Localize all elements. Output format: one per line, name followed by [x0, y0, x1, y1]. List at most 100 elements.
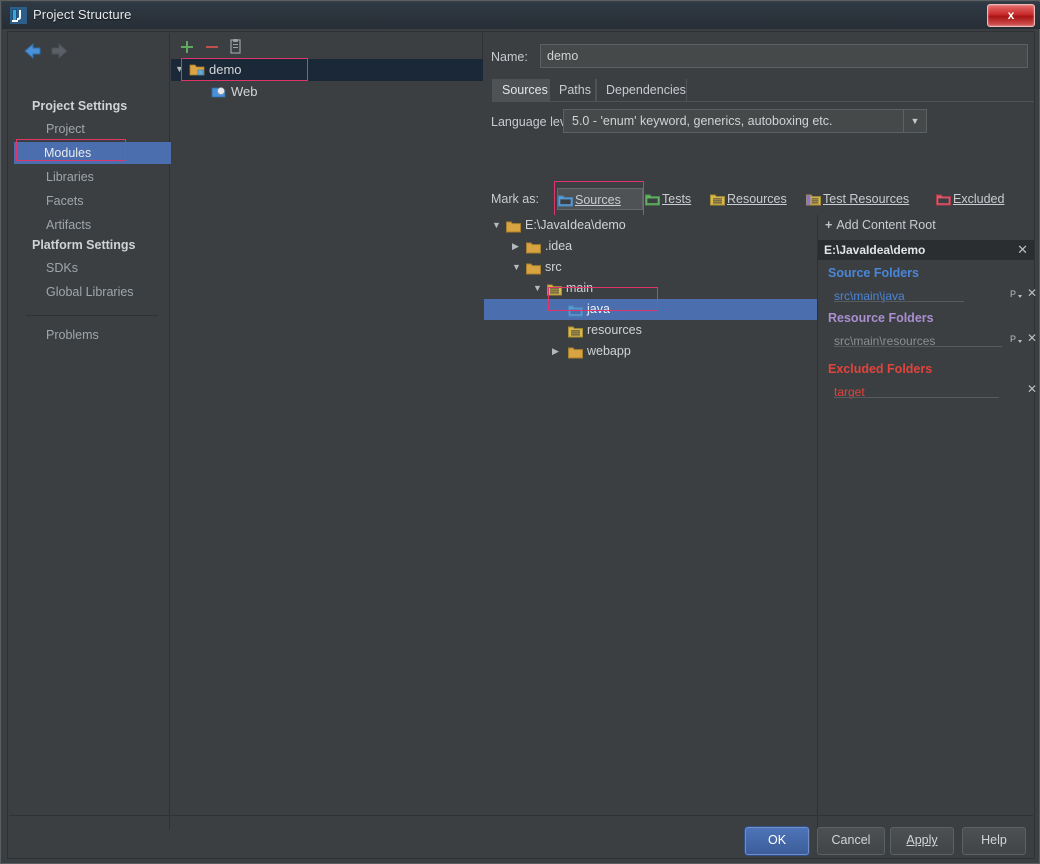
project-structure-window: Project Structure x Project Settings Pro… [0, 0, 1040, 864]
test-resources-folder-icon [806, 191, 821, 213]
module-name-input[interactable] [540, 44, 1028, 68]
folder-row-webapp[interactable]: ▶ webapp [484, 341, 817, 362]
mark-as-excluded-button[interactable]: Excluded [936, 188, 1026, 210]
resources-folder-icon [710, 191, 725, 213]
copy-module-button[interactable] [226, 37, 246, 57]
resource-folder-row[interactable]: src\main\resources [834, 334, 1002, 348]
module-tree-row-demo[interactable]: ▼ demo [171, 59, 483, 81]
module-tree-row-web[interactable]: Web [171, 81, 483, 103]
back-arrow-icon[interactable] [22, 40, 44, 62]
svg-text:P: P [1010, 334, 1016, 344]
language-level-combobox[interactable]: 5.0 - 'enum' keyword, generics, autoboxi… [563, 109, 927, 133]
mark-as-test-resources-button[interactable]: Test Resources [806, 188, 938, 210]
chevron-down-icon[interactable]: ▼ [492, 215, 502, 236]
mark-as-resources-button[interactable]: Resources [710, 188, 807, 210]
mark-as-excluded-label: Excluded [953, 192, 1005, 206]
excluded-folder-icon [936, 191, 951, 213]
window-title: Project Structure [33, 7, 132, 22]
folder-row-java[interactable]: java [484, 299, 817, 320]
sources-folder-icon [558, 192, 573, 214]
tab-dependencies[interactable]: Dependencies [596, 79, 687, 101]
remove-resource-folder-icon[interactable]: ✕ [1027, 331, 1037, 345]
mark-as-test-resources-label: Test Resources [823, 192, 910, 206]
mark-as-sources-label: Sources [575, 193, 621, 207]
mark-as-tests-button[interactable]: Tests [645, 188, 711, 210]
language-level-value: 5.0 - 'enum' keyword, generics, autoboxi… [572, 114, 833, 128]
module-details-pane: Name: Sources Paths Dependencies Languag… [484, 33, 1037, 829]
chevron-right-icon[interactable]: ▶ [552, 341, 562, 362]
excluded-folders-title: Excluded Folders [828, 362, 933, 376]
name-label: Name: [491, 50, 528, 64]
package-prefix-icon[interactable]: P [1010, 333, 1023, 348]
folder-row-idea[interactable]: ▶ .idea [484, 236, 817, 257]
sidebar-item-modules[interactable]: Modules [14, 142, 173, 164]
mark-as-label: Mark as: [491, 192, 539, 206]
cancel-button[interactable]: Cancel [817, 827, 885, 855]
folder-row-src[interactable]: ▼ src [484, 257, 817, 278]
resource-folders-title: Resource Folders [828, 311, 934, 325]
module-tree-label-demo: demo [209, 62, 242, 77]
apply-button-label: Apply [906, 833, 938, 847]
excluded-folder-row[interactable]: target [834, 385, 999, 399]
folder-row-root[interactable]: ▼ E:\JavaIdea\demo [484, 215, 817, 236]
folder-row-main[interactable]: ▼ main [484, 278, 817, 299]
web-facet-icon [211, 84, 227, 107]
content-folder-tree: ▼ E:\JavaIdea\demo ▶ .idea ▼ src ▼ main … [484, 215, 818, 829]
folder-label-webapp: webapp [587, 344, 631, 358]
source-folder-row[interactable]: src\main\java [834, 289, 964, 303]
content-roots-panel: + Add Content Root E:\JavaIdea\demo ✕ Sou… [818, 215, 1037, 829]
intellij-idea-icon [10, 7, 27, 24]
folder-icon [568, 345, 583, 366]
ok-button[interactable]: OK [745, 827, 809, 855]
modules-panel: ▼ demo Web [171, 33, 483, 829]
remove-excluded-folder-icon[interactable]: ✕ [1027, 382, 1037, 396]
tab-paths[interactable]: Paths [549, 79, 596, 101]
package-prefix-icon[interactable]: P [1010, 288, 1023, 303]
sidebar-item-global-libraries[interactable]: Global Libraries [16, 281, 170, 303]
folder-label-main: main [566, 281, 594, 295]
plus-icon: + [825, 218, 833, 232]
remove-content-root-icon[interactable]: ✕ [1017, 240, 1028, 260]
module-tree-label-web: Web [231, 84, 258, 99]
chevron-down-icon[interactable]: ▼ [175, 59, 185, 80]
modules-toolbar [171, 33, 483, 59]
nav-history-controls [22, 40, 70, 62]
sidebar-item-problems[interactable]: Problems [16, 324, 170, 346]
add-content-root-button[interactable]: + Add Content Root [825, 218, 936, 232]
apply-button[interactable]: Apply [890, 827, 954, 855]
folder-label-java: java [587, 302, 610, 316]
dialog-button-bar: OK Cancel Apply Help [9, 827, 1033, 857]
tab-sources[interactable]: Sources [492, 79, 549, 101]
remove-module-button[interactable] [202, 37, 222, 57]
title-bar: Project Structure x [2, 2, 1040, 29]
chevron-down-icon[interactable]: ▼ [512, 257, 522, 278]
sidebar-section-platform-settings: Platform Settings [32, 238, 136, 252]
folder-row-resources[interactable]: resources [484, 320, 817, 341]
forward-arrow-icon[interactable] [48, 40, 70, 62]
add-module-button[interactable] [177, 37, 197, 57]
chevron-down-icon[interactable]: ▼ [903, 110, 926, 132]
sidebar-item-libraries[interactable]: Libraries [16, 166, 170, 188]
add-content-root-label: Add Content Root [836, 218, 936, 232]
help-button[interactable]: Help [962, 827, 1026, 855]
source-folders-title: Source Folders [828, 266, 919, 280]
modules-tree: ▼ demo Web [171, 58, 483, 829]
details-tabs: Sources Paths Dependencies [492, 79, 1034, 101]
sidebar-item-sdks[interactable]: SDKs [16, 257, 170, 279]
remove-source-folder-icon[interactable]: ✕ [1027, 286, 1037, 300]
mark-as-tests-label: Tests [662, 192, 692, 206]
chevron-down-icon[interactable]: ▼ [533, 278, 543, 299]
tests-folder-icon [645, 191, 660, 213]
sidebar-item-artifacts[interactable]: Artifacts [16, 214, 170, 236]
chevron-right-icon[interactable]: ▶ [512, 236, 522, 257]
mark-as-sources-button[interactable]: Sources [557, 188, 643, 210]
sidebar-section-project-settings: Project Settings [32, 99, 128, 113]
dialog-body: Project Settings Project Modules Librari… [7, 31, 1037, 859]
close-window-button[interactable]: x [987, 4, 1035, 27]
mark-as-resources-label: Resources [727, 192, 787, 206]
folder-label-idea: .idea [545, 239, 573, 253]
folder-label-root: E:\JavaIdea\demo [525, 218, 626, 232]
sidebar-item-project[interactable]: Project [16, 118, 170, 140]
tabs-underline [492, 101, 1034, 102]
sidebar-item-facets[interactable]: Facets [16, 190, 170, 212]
